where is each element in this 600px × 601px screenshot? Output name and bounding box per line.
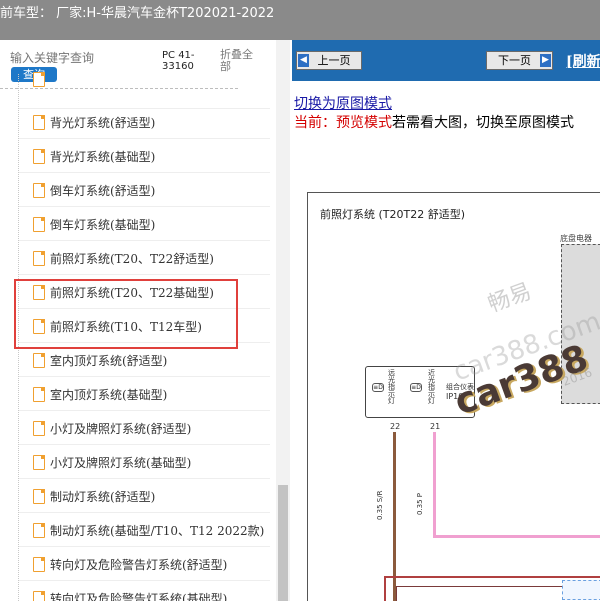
file-icon [33,183,45,198]
wire-pink [433,432,436,538]
list-item[interactable]: 倒车灯系统(舒适型) [18,172,270,209]
list-item[interactable] [18,72,270,111]
prev-page-label: 上一页 [317,54,351,67]
arrow-right-icon: ▶ [540,54,551,67]
headlamp-icon: ≡D [372,383,384,392]
mode-hint: 若需看大图，切换至原图模式 [392,115,574,131]
headlamp-icon: ≡D [410,383,422,392]
cluster-id: IP10 [446,392,464,401]
tree-line [18,104,19,141]
file-icon [33,72,45,87]
list-item[interactable]: 背光灯系统(舒适型) [18,104,270,141]
list-item[interactable]: 倒车灯系统(基础型) [18,206,270,243]
tree-line [18,580,19,601]
wire-label-b: 0.35 P [416,492,424,515]
selection-highlight [14,279,238,349]
file-icon [33,387,45,402]
pin-b: 21 [430,422,441,431]
window-title: 前车型： 厂家:H-华晨汽车金杯T202021-2022 [0,6,275,21]
mode-current: 当前：预览模式 [294,115,392,131]
file-icon [33,523,45,538]
tree-line [18,478,19,515]
tree-line [18,376,19,413]
file-icon [33,251,45,266]
file-icon [33,149,45,164]
list-item-label: 转向灯及危险警告灯系统(舒适型) [50,558,228,572]
diagram-title: 前照灯系统 (T20T22 舒适型) [320,208,466,221]
list-item[interactable]: 室内顶灯系统(基础型) [18,376,270,413]
file-icon [33,115,45,130]
list-item-label: 小灯及牌照灯系统(基础型) [50,456,192,470]
scrollbar-thumb[interactable] [278,485,288,601]
next-page-label: 下一页 [498,54,531,67]
list-item-label: 背光灯系统(舒适型) [50,116,156,130]
prev-page-button[interactable]: ◀ 上一页 [296,51,362,70]
chassis-label: 底盘电器 [560,234,592,243]
list-item[interactable]: 制动灯系统(舒适型) [18,478,270,515]
list-item[interactable]: 制动灯系统(基础型/T10、T12 2022款) [18,512,270,549]
wire-pink-horizontal [433,535,600,538]
file-icon [33,353,45,368]
pc-code: PC 41-33160 [162,50,195,72]
list-item-label: 转向灯及危险警告灯系统(基础型) [50,592,228,601]
tree-line [18,138,19,175]
tree-line [18,444,19,481]
tree-line [18,240,19,277]
switch-mode-link[interactable]: 切换为原图模式 [294,93,392,113]
tree-line [18,172,19,209]
list-item-label: 前照灯系统(T20、T22舒适型) [50,252,214,266]
tree-line [18,410,19,447]
arrow-left-icon: ◀ [298,54,309,67]
tree-line [18,546,19,583]
chassis-module-box [561,244,600,404]
list-item-label: 小灯及牌照灯系统(舒适型) [50,422,192,436]
list-item-selected[interactable]: 前照灯系统(T20、T22舒适型) [18,240,270,277]
list-item[interactable]: 背光灯系统(基础型) [18,138,270,175]
tree-line [18,512,19,549]
list-item-label: 制动灯系统(舒适型) [50,490,156,504]
list-item-label: 室内顶灯系统(舒适型) [50,354,168,368]
next-page-button[interactable]: 下一页 ▶ [486,51,553,70]
list-item-label: 倒车灯系统(舒适型) [50,184,156,198]
watermark-stamp [562,580,600,600]
list-item-label: 制动灯系统(基础型/T10、T12 2022款) [50,524,265,538]
file-icon [33,455,45,470]
file-icon [33,557,45,572]
list-item[interactable]: 小灯及牌照灯系统(基础型) [18,444,270,481]
sidebar-scrollbar[interactable] [276,40,290,601]
search-input[interactable] [10,51,150,65]
file-icon [33,421,45,436]
list-item[interactable]: 小灯及牌照灯系统(舒适型) [18,410,270,447]
file-icon [33,489,45,504]
viewer-nav-bar: ◀ 上一页 下一页 ▶ [刷新 [292,40,600,81]
wire-label-a: 0.35 S/R [376,490,384,520]
file-icon [33,217,45,232]
sidebar: 查询 PC 41-33160 折叠全部 背光灯系统(舒适型) 背光灯系统(基础型… [0,40,290,601]
viewer-panel: ◀ 上一页 下一页 ▶ [刷新 切换为原图模式 当前：预览模式若需看大图，切换至… [292,40,600,601]
list-item[interactable]: 转向灯及危险警告灯系统(舒适型) [18,546,270,583]
lamp-a-text: 远光指示灯 [388,369,395,405]
list-item-label: 室内顶灯系统(基础型) [50,388,168,402]
lamp-b-text: 近光指示灯 [428,369,435,405]
refresh-link[interactable]: [刷新 [566,51,600,71]
file-icon [33,591,45,601]
pin-a: 22 [390,422,401,431]
collapse-all-button[interactable]: 折叠全部 [220,49,262,73]
list-item-label: 背光灯系统(基础型) [50,150,156,164]
tree-line [18,206,19,243]
title-bar: 前车型： 厂家:H-华晨汽车金杯T202021-2022 [0,0,600,40]
list-item[interactable]: 转向灯及危险警告灯系统(基础型) [18,580,270,601]
cluster-label: 组合仪表 [446,383,474,391]
list-item-label: 倒车灯系统(基础型) [50,218,156,232]
mode-status: 当前：预览模式若需看大图，切换至原图模式 [294,112,574,132]
